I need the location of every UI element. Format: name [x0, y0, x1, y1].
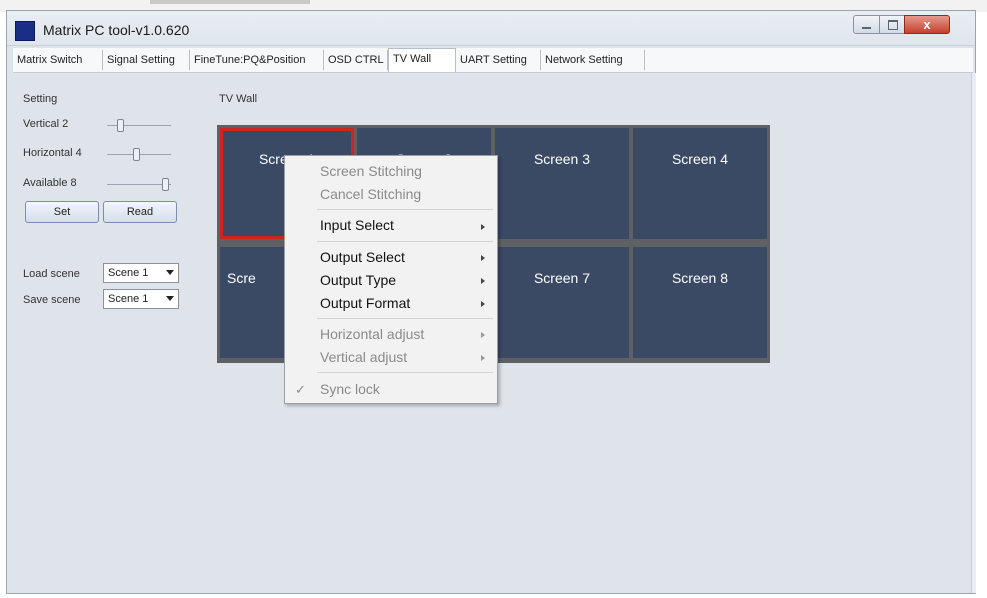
tab-bar: Matrix Switch Signal Setting FineTune:PQ…: [13, 48, 973, 73]
close-button[interactable]: x: [904, 15, 950, 34]
context-menu: Screen Stitching Cancel Stitching Input …: [284, 155, 498, 404]
screen-label: Screen 3: [533, 151, 591, 167]
vertical-slider-thumb[interactable]: [117, 119, 124, 132]
screen-4[interactable]: Screen 4: [633, 128, 767, 239]
tab-osd-ctrl[interactable]: OSD CTRL: [324, 50, 388, 70]
check-icon: ✓: [295, 382, 306, 397]
tab-uart-setting[interactable]: UART Setting: [456, 50, 541, 70]
submenu-arrow-icon: [481, 278, 485, 284]
maximize-button[interactable]: [879, 15, 905, 34]
load-scene-select[interactable]: Scene 1: [103, 263, 179, 283]
chevron-down-icon: [166, 296, 174, 301]
save-scene-select[interactable]: Scene 1: [103, 289, 179, 309]
load-scene-value: Scene 1: [108, 267, 149, 279]
title-bar[interactable]: Matrix PC tool-v1.0.620 x: [7, 11, 975, 46]
menu-item-cancel-stitching[interactable]: Cancel Stitching: [320, 186, 421, 202]
menu-item-sync-lock[interactable]: Sync lock: [320, 381, 380, 397]
horizontal-label: Horizontal 4: [23, 147, 82, 159]
read-button[interactable]: Read: [103, 201, 177, 223]
save-scene-label: Save scene: [23, 294, 81, 306]
save-scene-value: Scene 1: [108, 293, 149, 305]
available-slider-thumb: [162, 178, 169, 191]
submenu-arrow-icon: [481, 332, 485, 338]
setting-heading: Setting: [23, 93, 58, 105]
tab-tv-wall[interactable]: TV Wall: [388, 48, 456, 72]
screen-8[interactable]: Screen 8: [633, 247, 767, 358]
chevron-down-icon: [166, 270, 174, 275]
load-scene-label: Load scene: [23, 268, 80, 280]
horizontal-slider-thumb[interactable]: [133, 148, 140, 161]
tab-matrix-switch[interactable]: Matrix Switch: [13, 50, 103, 70]
app-icon: [15, 21, 35, 41]
submenu-arrow-icon: [481, 355, 485, 361]
screen-3[interactable]: Screen 3: [495, 128, 629, 239]
window-title: Matrix PC tool-v1.0.620: [43, 22, 190, 38]
menu-separator: [317, 372, 493, 373]
set-button[interactable]: Set: [25, 201, 99, 223]
menu-separator: [317, 318, 493, 319]
close-icon: x: [923, 17, 931, 32]
menu-item-vertical-adjust[interactable]: Vertical adjust: [320, 349, 407, 365]
screen-7[interactable]: Screen 7: [495, 247, 629, 358]
menu-item-horizontal-adjust[interactable]: Horizontal adjust: [320, 326, 424, 342]
menu-item-output-type[interactable]: Output Type: [320, 272, 396, 288]
menu-separator: [317, 241, 493, 242]
submenu-arrow-icon: [481, 224, 485, 230]
vertical-scrollbar[interactable]: [971, 73, 976, 593]
tab-network-setting[interactable]: Network Setting: [541, 50, 645, 70]
menu-item-output-format[interactable]: Output Format: [320, 295, 410, 311]
minimize-button[interactable]: [853, 15, 880, 34]
tv-wall-heading: TV Wall: [219, 93, 258, 105]
background-window-edge: [150, 0, 310, 4]
available-label: Available 8: [23, 177, 77, 189]
screen-label: Screen 8: [671, 270, 729, 286]
screen-label: Screen 4: [671, 151, 729, 167]
submenu-arrow-icon: [481, 255, 485, 261]
menu-item-screen-stitching[interactable]: Screen Stitching: [320, 163, 422, 179]
menu-separator: [317, 209, 493, 210]
screen-label: Screen 7: [533, 270, 591, 286]
tab-finetune[interactable]: FineTune:PQ&Position: [190, 50, 324, 70]
submenu-arrow-icon: [481, 301, 485, 307]
tab-signal-setting[interactable]: Signal Setting: [103, 50, 190, 70]
vertical-label: Vertical 2: [23, 118, 69, 130]
menu-item-input-select[interactable]: Input Select: [320, 217, 394, 233]
menu-item-output-select[interactable]: Output Select: [320, 249, 405, 265]
